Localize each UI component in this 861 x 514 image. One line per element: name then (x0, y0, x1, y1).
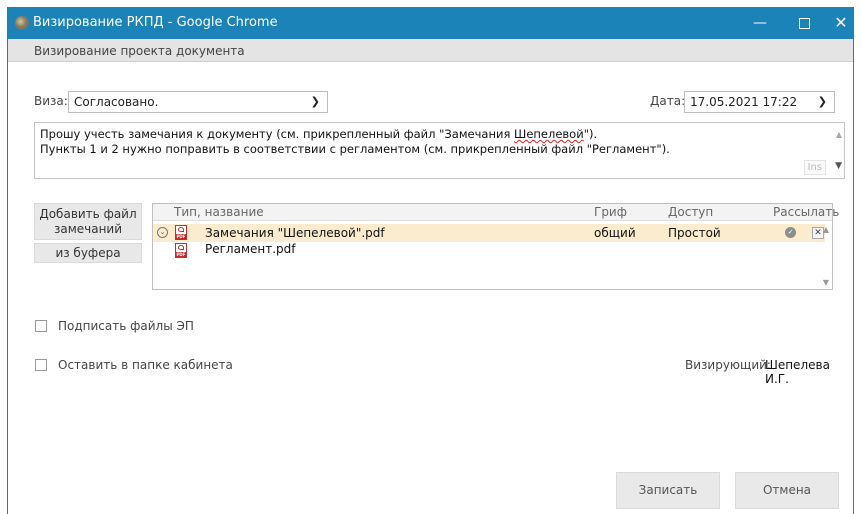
date-label: Дата: (650, 94, 686, 108)
comment-textarea[interactable]: Прошу учесть замечания к документу (см. … (34, 122, 845, 179)
scroll-up-icon[interactable]: ▲ (823, 225, 829, 234)
column-grif[interactable]: Гриф (594, 205, 627, 219)
title-bar: Визирование РКПД - Google Chrome — ✕ (8, 7, 853, 39)
page-title: Визирование проекта документа (34, 44, 245, 58)
signer-name: Шепелева И.Г. (765, 358, 830, 386)
comment-line-1-end: "). (583, 127, 598, 141)
column-send[interactable]: Рассылать (773, 205, 839, 219)
file-grif: общий (594, 226, 636, 240)
maximize-icon (798, 17, 810, 29)
add-remarks-file-button[interactable]: Добавить файл замечаний (34, 203, 142, 240)
table-row[interactable]: PDF Регламент.pdf (153, 242, 825, 260)
table-header: Тип, название Гриф Доступ Рассылать (153, 204, 839, 221)
close-button[interactable]: ✕ (823, 7, 859, 39)
file-name: Регламент.pdf (205, 242, 296, 256)
table-row[interactable]: ⌄ PDF Замечания "Шепелевой".pdf общий Пр… (153, 224, 825, 242)
sign-files-label: Подписать файлы ЭП (58, 319, 194, 333)
dialog-window: Визирование РКПД - Google Chrome — ✕ Виз… (7, 7, 854, 514)
add-file-label-2: замечаний (53, 222, 123, 236)
date-select[interactable]: 17.05.2021 17:22 ❯ (684, 91, 835, 113)
ins-indicator: Ins (803, 160, 826, 175)
page-header: Визирование проекта документа (8, 39, 853, 62)
minimize-button[interactable]: — (742, 7, 778, 39)
window-title: Визирование РКПД - Google Chrome (33, 15, 278, 30)
cancel-button[interactable]: Отмена (735, 472, 839, 509)
maximize-button[interactable] (786, 7, 822, 39)
comment-line-2: Пункты 1 и 2 нужно поправить в соответст… (40, 142, 670, 156)
from-buffer-button[interactable]: из буфера (34, 243, 142, 263)
send-check-icon[interactable]: ✓ (785, 227, 796, 238)
column-access[interactable]: Доступ (668, 205, 713, 219)
signer-label: Визирующий: (685, 358, 771, 372)
file-name: Замечания "Шепелевой".pdf (205, 226, 385, 240)
comment-line-1: Прошу учесть замечания к документу (см. … (40, 127, 839, 142)
keep-in-folder-checkbox[interactable] (35, 359, 47, 371)
file-access: Простой (668, 226, 721, 240)
pdf-icon: PDF (175, 243, 187, 258)
chrome-icon (15, 16, 29, 30)
scroll-down-icon[interactable]: ▼ (823, 278, 829, 287)
scroll-down-icon[interactable]: ▼ (835, 159, 842, 174)
visa-value: Согласовано. (74, 95, 159, 109)
visa-label: Виза: (34, 94, 68, 108)
pdf-icon: PDF (175, 225, 187, 240)
keep-in-folder-label: Оставить в папке кабинета (58, 358, 233, 372)
comment-line-1-start: Прошу учесть замечания к документу (см. … (40, 127, 515, 141)
spellcheck-word: Шепелевой (514, 127, 584, 141)
expand-icon[interactable]: ⌄ (157, 227, 168, 238)
column-type-name[interactable]: Тип, название (174, 205, 264, 219)
scroll-up-icon[interactable]: ▲ (836, 127, 842, 142)
attachments-table: Тип, название Гриф Доступ Рассылать ⌄ PD… (152, 203, 839, 290)
save-button[interactable]: Записать (616, 472, 720, 509)
sign-files-checkbox[interactable] (35, 320, 47, 332)
chevron-down-icon: ❯ (310, 95, 320, 108)
chevron-down-icon: ❯ (817, 95, 827, 108)
date-value: 17.05.2021 17:22 (690, 95, 798, 109)
visa-select[interactable]: Согласовано. ❯ (68, 91, 328, 113)
add-file-label-1: Добавить файл (39, 207, 137, 221)
